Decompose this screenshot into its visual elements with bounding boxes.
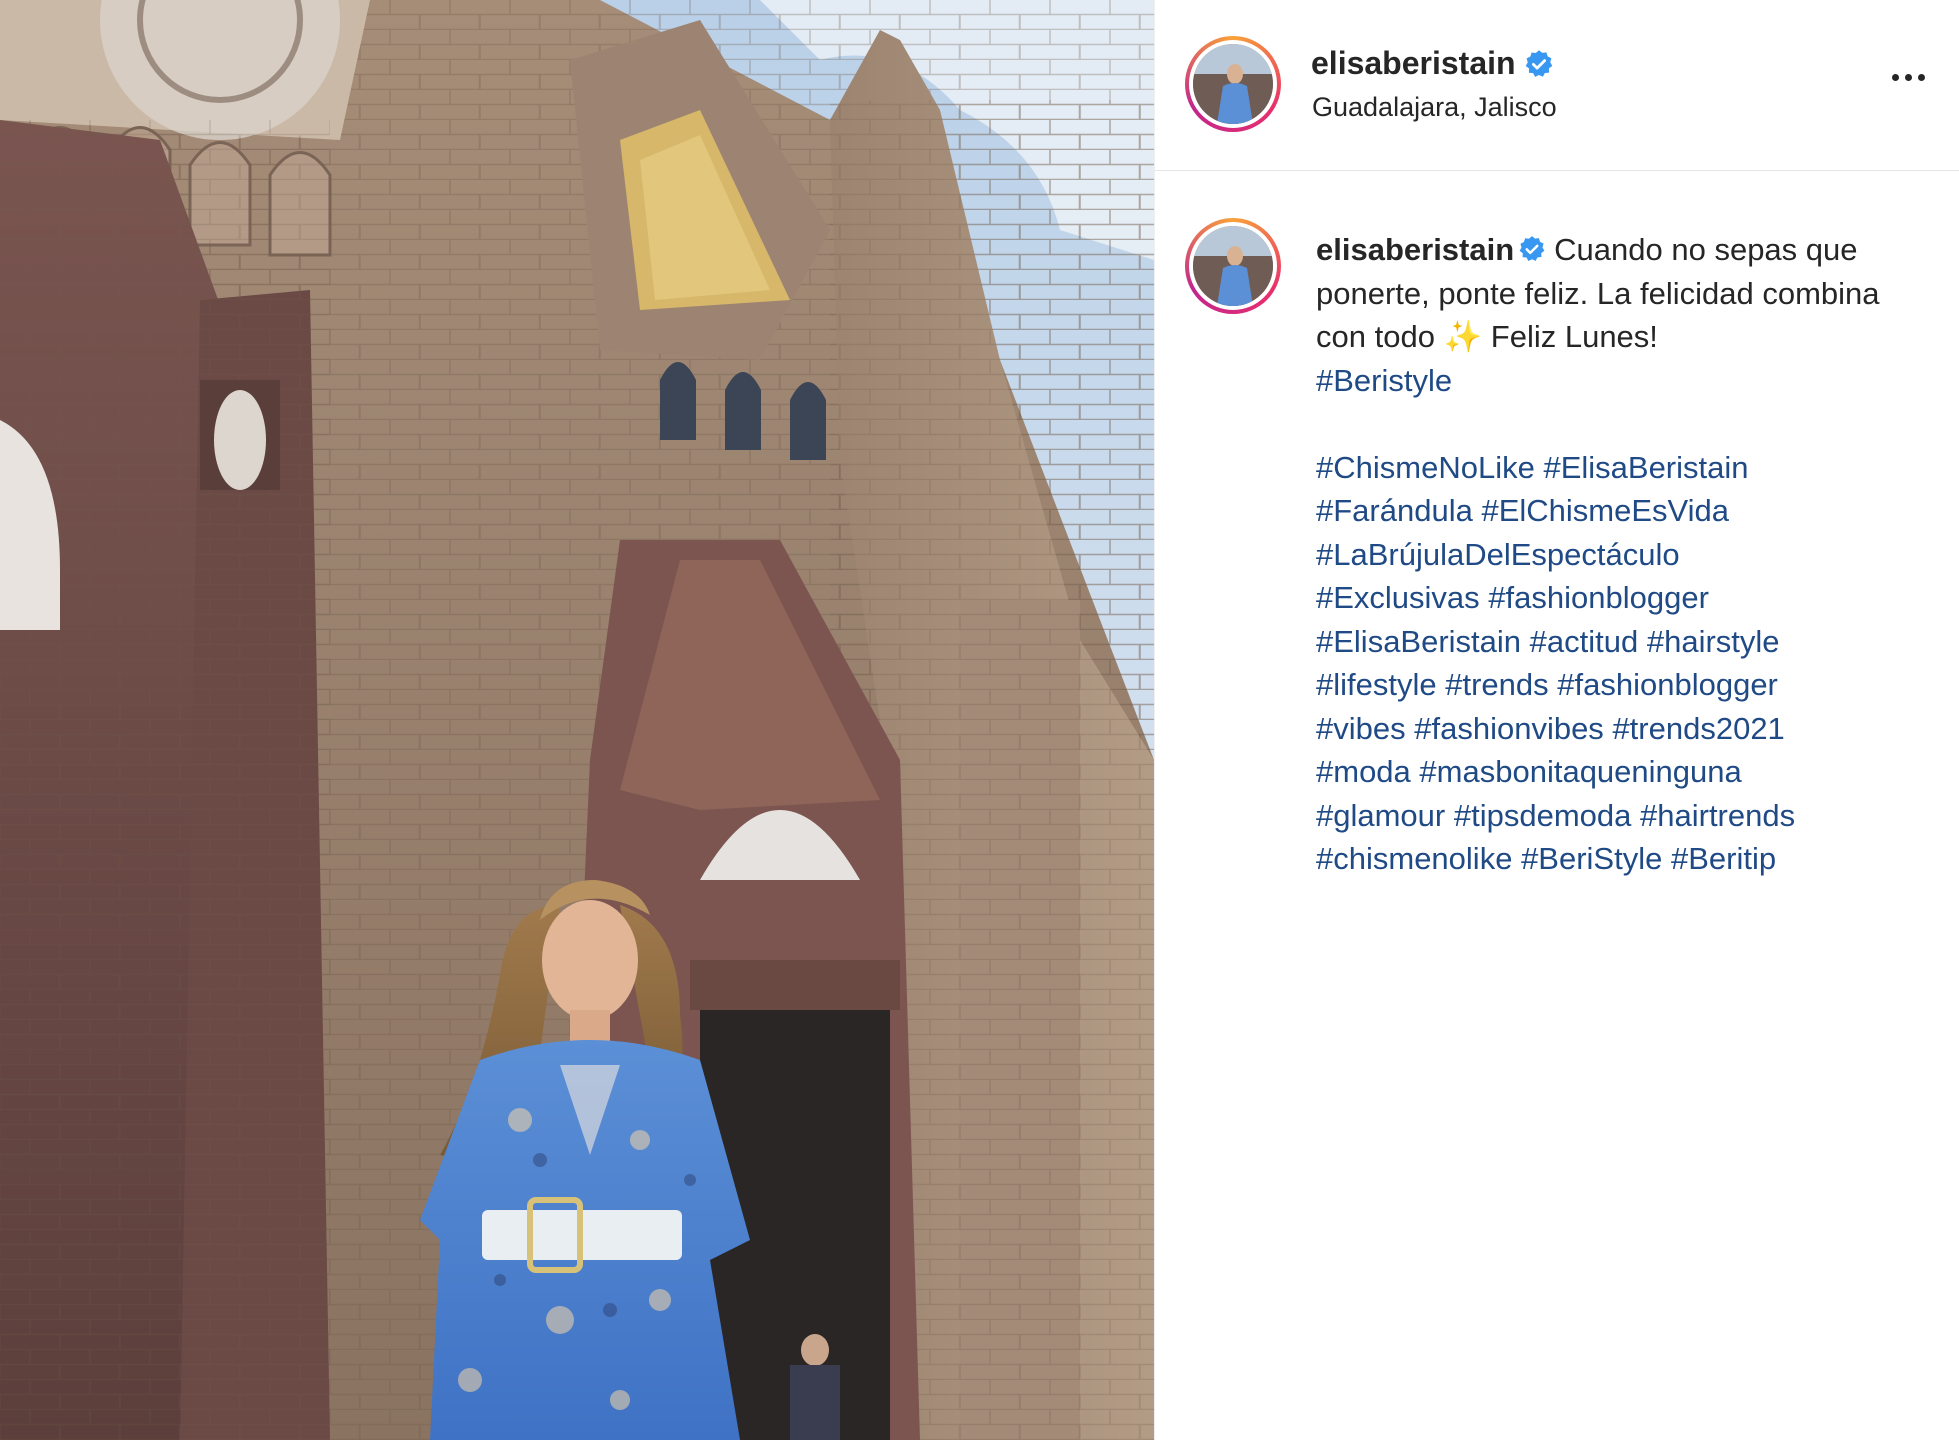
hashtag-line: #lifestyle #trends #fashionblogger (1316, 663, 1936, 707)
hashtag-link[interactable]: #LaBrújulaDelEspectáculo (1316, 537, 1680, 572)
hashtag-link[interactable]: #fashionblogger (1557, 667, 1778, 702)
hashtag-link[interactable]: #fashionblogger (1488, 580, 1709, 615)
post-location[interactable]: Guadalajara, Jalisco (1312, 92, 1557, 123)
hashtag-link[interactable]: #ElisaBeristain (1316, 624, 1521, 659)
hashtag-link[interactable]: #Farándula (1316, 493, 1473, 528)
hashtag-link[interactable]: #moda (1316, 754, 1411, 789)
hashtag-link[interactable]: #hairstyle (1647, 624, 1780, 659)
avatar-image (1193, 226, 1273, 306)
header-username[interactable]: elisaberistain (1311, 45, 1516, 82)
hashtag-link[interactable]: #ElChismeEsVida (1481, 493, 1729, 528)
verified-badge-icon (1525, 49, 1552, 77)
hashtag-link[interactable]: #vibes (1316, 711, 1406, 746)
more-options-icon[interactable] (1883, 62, 1933, 92)
hashtag-link[interactable]: #Beritip (1671, 841, 1776, 876)
post-photo[interactable] (0, 0, 1154, 1440)
caption-avatar[interactable] (1185, 218, 1281, 314)
hashtag-block: #ChismeNoLike #ElisaBeristain #Farándula … (1316, 446, 1936, 881)
verified-badge-icon (1519, 235, 1545, 261)
caption-username[interactable]: elisaberistain (1316, 232, 1514, 267)
hashtag-link[interactable]: #lifestyle (1316, 667, 1437, 702)
post-header: elisaberistain Guadalajara, Jalisco (1155, 0, 1959, 171)
hashtag-link[interactable]: #Exclusivas (1316, 580, 1480, 615)
caption-text-end: Feliz Lunes! (1482, 319, 1658, 354)
hashtag-line: #Exclusivas #fashionblogger (1316, 576, 1936, 620)
hashtag-link[interactable]: #ElisaBeristain (1543, 450, 1748, 485)
header-avatar[interactable] (1185, 36, 1281, 132)
hashtag-link[interactable]: #trends2021 (1612, 711, 1784, 746)
hashtag-line: #moda #masbonitaqueninguna (1316, 750, 1936, 794)
hashtag-link[interactable]: #BeriStyle (1521, 841, 1662, 876)
hashtag-link[interactable]: #glamour (1316, 798, 1445, 833)
post-side-panel: elisaberistain Guadalajara, Jalisco elis… (1154, 0, 1959, 1440)
hashtag-line: #chismenolike #BeriStyle #Beritip (1316, 837, 1936, 881)
hashtag-line: #ElisaBeristain #actitud #hairstyle (1316, 620, 1936, 664)
cathedral-photo-illustration (0, 0, 1154, 1440)
hashtag-link[interactable]: #Beristyle (1316, 363, 1452, 398)
sparkles-emoji: ✨ (1443, 319, 1483, 354)
hashtag-link[interactable]: #chismenolike (1316, 841, 1512, 876)
hashtag-line: #ChismeNoLike #ElisaBeristain (1316, 446, 1936, 490)
hashtag-line: #vibes #fashionvibes #trends2021 (1316, 707, 1936, 751)
hashtag-link[interactable]: #actitud (1530, 624, 1639, 659)
hashtag-line: #Farándula #ElChismeEsVida (1316, 489, 1936, 533)
hashtag-link[interactable]: #fashionvibes (1414, 711, 1604, 746)
post-caption: elisaberistain Cuando no sepas que ponert… (1316, 228, 1936, 881)
hashtag-line: #glamour #tipsdemoda #hairtrends (1316, 794, 1936, 838)
hashtag-line: #LaBrújulaDelEspectáculo (1316, 533, 1936, 577)
header-username-row: elisaberistain (1311, 45, 1554, 82)
avatar-image (1193, 44, 1273, 124)
hashtag-link[interactable]: #masbonitaqueninguna (1419, 754, 1741, 789)
hashtag-link[interactable]: #hairtrends (1640, 798, 1795, 833)
hashtag-link[interactable]: #ChismeNoLike (1316, 450, 1535, 485)
hashtag-link[interactable]: #tipsdemoda (1454, 798, 1632, 833)
hashtag-link[interactable]: #trends (1445, 667, 1548, 702)
